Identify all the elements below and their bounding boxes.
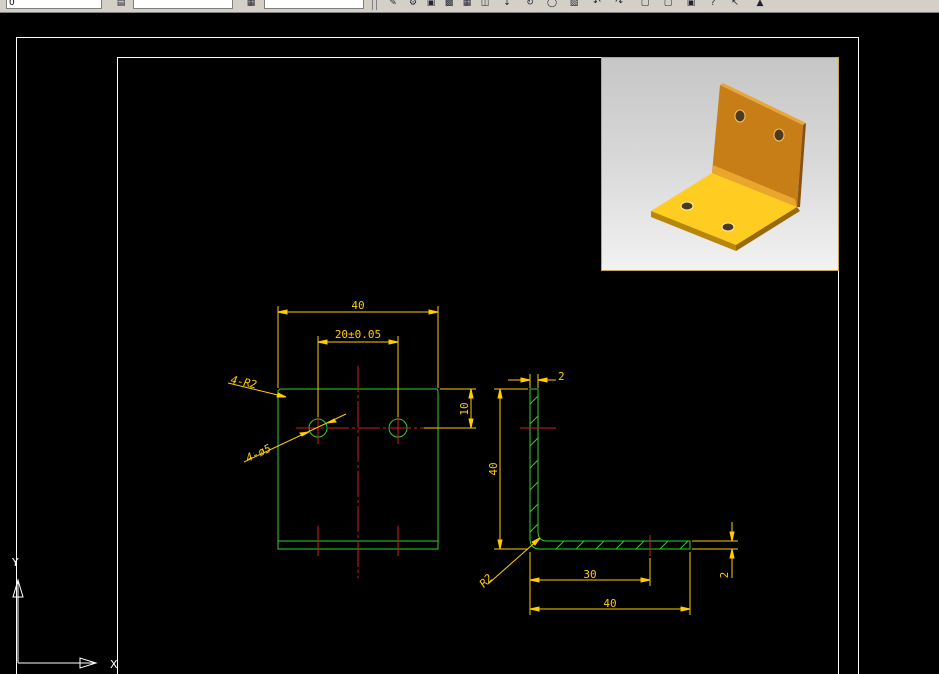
arrow-down-icon[interactable]: ↓ bbox=[500, 0, 514, 9]
text-style-dropdown[interactable] bbox=[133, 0, 233, 9]
holes-label: 4-ø5 bbox=[244, 442, 274, 465]
dim-thickness-right-text: 2 bbox=[718, 572, 731, 579]
front-view: 40 20±0.05 10 4-R2 4-ø5 bbox=[227, 299, 476, 578]
flange-hole-left bbox=[734, 109, 746, 123]
toolbar-separator bbox=[376, 0, 377, 10]
bracket-3d-render bbox=[651, 83, 806, 251]
ucs-x-label: X bbox=[110, 658, 118, 671]
bend-radius-label: R2 bbox=[477, 571, 496, 590]
toolbar-separator bbox=[372, 0, 373, 10]
gear-icon[interactable]: ⚙ bbox=[406, 0, 420, 9]
redo-icon[interactable]: ↷ bbox=[612, 0, 626, 9]
save-icon[interactable]: ▣ bbox=[424, 0, 438, 9]
window-icon[interactable]: ▣ bbox=[684, 0, 698, 9]
side-view: 2 40 30 40 2 R2 bbox=[477, 370, 738, 615]
dim-total-length-text: 40 bbox=[603, 597, 616, 610]
grid-icon[interactable]: ▦ bbox=[460, 0, 474, 9]
paint-icon[interactable]: ▲ bbox=[753, 0, 767, 9]
ucs-labels: Y X bbox=[11, 556, 118, 671]
flange-hole-right bbox=[773, 128, 785, 142]
dim-height-text: 40 bbox=[487, 462, 500, 475]
layer-dropdown-value: 0 bbox=[9, 0, 15, 8]
dim-style-icon[interactable]: ▦ bbox=[244, 0, 258, 9]
ucs-y-label: Y bbox=[11, 556, 19, 569]
window-icon[interactable]: ▢ bbox=[661, 0, 675, 9]
dim-width-text: 40 bbox=[351, 299, 364, 312]
refresh-icon[interactable]: ↻ bbox=[523, 0, 537, 9]
corner-radius-label: 4-R2 bbox=[229, 373, 258, 391]
window-icon[interactable]: ▢ bbox=[638, 0, 652, 9]
distance-icon[interactable]: ◯ bbox=[545, 0, 559, 9]
toolbar: 0 ▤ ▦ ✎ ⚙ ▣ ▩ ▦ ◫ ↓ ↻ ◯ ▧ ↶ ↷ ▢ ▢ ▣ ? ↖ … bbox=[0, 0, 939, 13]
layout-icon[interactable]: ◫ bbox=[478, 0, 492, 9]
text-style-icon[interactable]: ▤ bbox=[114, 0, 128, 9]
base-hole-left bbox=[680, 201, 694, 211]
side-dimension-text: 2 40 30 40 2 R2 bbox=[477, 370, 731, 610]
dim-thickness-top-text: 2 bbox=[558, 370, 565, 383]
section-hatch bbox=[529, 395, 689, 550]
front-centerlines bbox=[296, 366, 432, 578]
side-centerlines bbox=[520, 427, 651, 556]
side-dimensions bbox=[487, 374, 738, 615]
pencil-icon[interactable]: ✎ bbox=[386, 0, 400, 9]
ucs-icon bbox=[12, 578, 98, 669]
undo-icon[interactable]: ↶ bbox=[590, 0, 604, 9]
layer-dropdown[interactable]: 0 bbox=[6, 0, 102, 9]
help-icon[interactable]: ? bbox=[706, 0, 720, 9]
dim-hole-spacing-text: 20±0.05 bbox=[335, 328, 381, 341]
measure-icon[interactable]: ▧ bbox=[567, 0, 581, 9]
dim-hole-offset-text: 10 bbox=[458, 402, 471, 415]
dim-inner-length-text: 30 bbox=[583, 568, 596, 581]
front-dimension-text: 40 20±0.05 10 4-R2 4-ø5 bbox=[229, 299, 471, 465]
dim-style-dropdown[interactable] bbox=[264, 0, 364, 9]
section-outline bbox=[529, 388, 691, 550]
3d-preview-panel bbox=[601, 57, 839, 271]
base-hole-right bbox=[721, 222, 735, 232]
print-icon[interactable]: ▩ bbox=[442, 0, 456, 9]
pointer-icon[interactable]: ↖ bbox=[728, 0, 742, 9]
